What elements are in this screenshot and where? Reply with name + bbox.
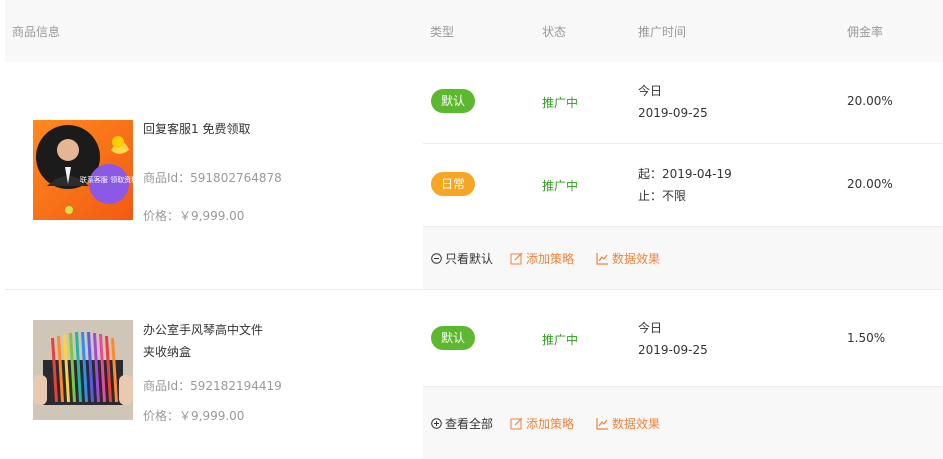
type-badge: 默认 bbox=[431, 89, 475, 113]
product-price: 价格：￥9,999.00 bbox=[143, 409, 245, 423]
column-status: 状态 bbox=[542, 25, 567, 39]
type-badge: 默认 bbox=[431, 326, 475, 350]
product-name[interactable]: 回复客服1 免费领取 bbox=[143, 118, 283, 140]
toggle-view-button[interactable]: 查看全部 bbox=[431, 415, 493, 432]
table-header: 商品信息 类型 状态 推广时间 佣金率 bbox=[5, 0, 943, 62]
plus-circle-icon bbox=[431, 418, 442, 429]
add-strategy-button[interactable]: 添加策略 bbox=[510, 415, 574, 432]
status-text: 推广中 bbox=[542, 96, 579, 110]
row-actions: 查看全部 添加策略 数据效果 bbox=[423, 387, 943, 459]
column-time: 推广时间 bbox=[638, 25, 687, 39]
chart-icon bbox=[596, 418, 608, 430]
data-stats-label: 数据效果 bbox=[612, 252, 661, 266]
status-text: 推广中 bbox=[542, 333, 579, 347]
toggle-view-button[interactable]: 只看默认 bbox=[431, 250, 493, 267]
commission-rate: 1.50% bbox=[847, 331, 886, 345]
edit-icon bbox=[510, 417, 523, 430]
column-product: 商品信息 bbox=[12, 25, 61, 39]
row-actions: 只看默认 添加策略 数据效果 bbox=[423, 227, 943, 289]
strategy-row: 默认 推广中 今日 2019-09-25 1.50% bbox=[423, 290, 943, 387]
edit-icon bbox=[510, 252, 523, 265]
product-row: 联系客服 领取资料 回复客服1 免费领取 商品Id：591802764878 价… bbox=[5, 62, 423, 289]
toggle-view-label: 查看全部 bbox=[445, 417, 494, 431]
promo-time: 今日 2019-09-25 bbox=[638, 84, 708, 120]
product-id: 商品Id：591802764878 bbox=[143, 171, 282, 185]
strategy-row: 日常 推广中 起：2019-04-19 止：不限 20.00% bbox=[423, 144, 943, 227]
strategy-row: 默认 推广中 今日 2019-09-25 20.00% bbox=[423, 62, 943, 144]
chart-icon bbox=[596, 253, 608, 265]
promo-time: 今日 2019-09-25 bbox=[638, 321, 708, 357]
product-id: 商品Id：592182194419 bbox=[143, 379, 282, 393]
status-text: 推广中 bbox=[542, 179, 579, 193]
column-rate: 佣金率 bbox=[847, 25, 884, 39]
promo-time: 起：2019-04-19 止：不限 bbox=[638, 167, 732, 203]
type-badge: 日常 bbox=[431, 172, 475, 196]
product-thumbnail[interactable] bbox=[33, 320, 133, 420]
minus-circle-icon bbox=[431, 253, 442, 264]
product-row: 办公室手风琴高中文件夹收纳盒 商品Id：592182194419 价格：￥9,9… bbox=[5, 290, 423, 459]
add-strategy-button[interactable]: 添加策略 bbox=[510, 250, 574, 267]
data-stats-button[interactable]: 数据效果 bbox=[596, 415, 660, 432]
product-name[interactable]: 办公室手风琴高中文件夹收纳盒 bbox=[143, 319, 273, 363]
column-type: 类型 bbox=[430, 25, 455, 39]
product-thumbnail[interactable]: 联系客服 领取资料 bbox=[33, 120, 133, 220]
add-strategy-label: 添加策略 bbox=[526, 417, 575, 431]
thumb-caption-1: 联系客服 领取资料 bbox=[80, 175, 133, 184]
toggle-view-label: 只看默认 bbox=[445, 252, 494, 266]
commission-rate: 20.00% bbox=[847, 94, 893, 108]
data-stats-label: 数据效果 bbox=[612, 417, 661, 431]
product-price: 价格：￥9,999.00 bbox=[143, 209, 245, 223]
add-strategy-label: 添加策略 bbox=[526, 252, 575, 266]
data-stats-button[interactable]: 数据效果 bbox=[596, 250, 660, 267]
commission-rate: 20.00% bbox=[847, 177, 893, 191]
